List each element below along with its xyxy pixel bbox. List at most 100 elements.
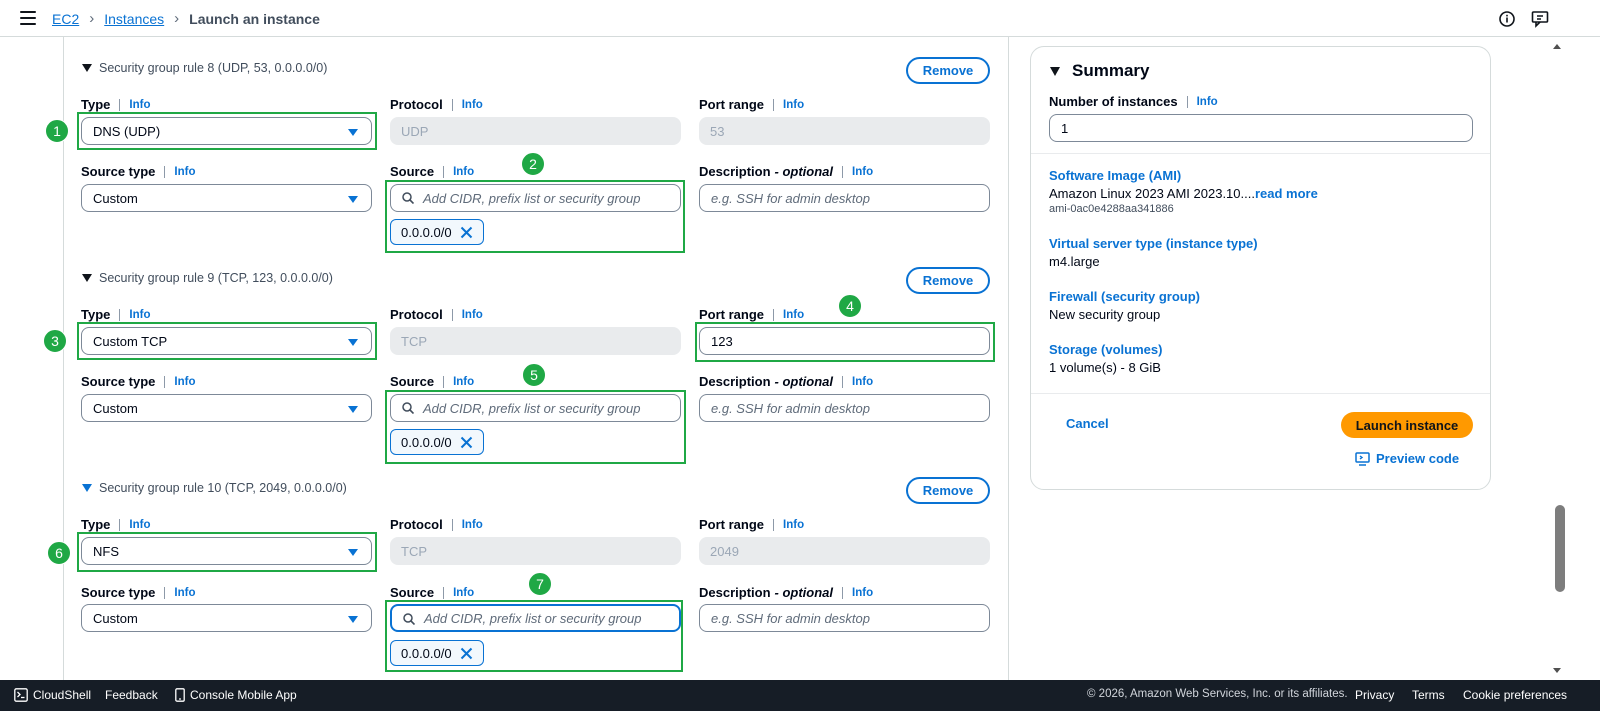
- protocol-label: Protocol Info: [390, 517, 483, 532]
- rule-8-description-input[interactable]: e.g. SSH for admin desktop: [699, 184, 990, 212]
- rule-10-protocol-field: TCP: [390, 537, 681, 565]
- info-icon[interactable]: [1498, 10, 1516, 28]
- caret-down-icon: [82, 484, 92, 492]
- caret-down-icon: [348, 406, 358, 413]
- scrollbar-thumb[interactable]: [1555, 505, 1565, 592]
- rule-9-description-input[interactable]: e.g. SSH for admin desktop: [699, 394, 990, 422]
- terminal-icon: [14, 688, 28, 702]
- info-link[interactable]: Info: [852, 376, 873, 388]
- breadcrumb-current: Launch an instance: [189, 10, 320, 27]
- cloudshell-button[interactable]: CloudShell: [14, 688, 91, 702]
- caret-down-icon: [348, 616, 358, 623]
- select-value: Custom: [93, 190, 138, 206]
- rule-10-remove-button[interactable]: Remove: [906, 477, 990, 504]
- info-link[interactable]: Info: [129, 99, 150, 111]
- ami-value: Amazon Linux 2023 AMI 2023.10....read mo…: [1049, 186, 1318, 201]
- info-link[interactable]: Info: [462, 519, 483, 531]
- instance-type-link[interactable]: Virtual server type (instance type): [1049, 236, 1258, 251]
- rule-8-header[interactable]: Security group rule 8 (UDP, 53, 0.0.0.0/…: [82, 61, 327, 75]
- mobile-app-icon: [175, 688, 185, 702]
- preview-code-button[interactable]: Preview code: [1355, 451, 1459, 466]
- caret-down-icon: [82, 274, 92, 282]
- rule-10-header[interactable]: Security group rule 10 (TCP, 2049, 0.0.0…: [82, 481, 347, 495]
- split-divider[interactable]: [1008, 37, 1009, 695]
- info-link[interactable]: Info: [1197, 96, 1218, 108]
- feedback-icon[interactable]: [1531, 10, 1549, 28]
- description-label: Description - optional Info: [699, 374, 874, 389]
- description-label: Description - optional Info: [699, 585, 874, 600]
- info-link[interactable]: Info: [129, 309, 150, 321]
- breadcrumb-instances[interactable]: Instances: [104, 11, 164, 27]
- rule-9-remove-button[interactable]: Remove: [906, 267, 990, 294]
- info-link[interactable]: Info: [129, 519, 150, 531]
- source-type-label: Source type Info: [81, 164, 196, 179]
- info-link[interactable]: Info: [783, 99, 804, 111]
- scroll-up-arrow-icon[interactable]: [1553, 44, 1561, 49]
- annotation-box-5: [385, 390, 686, 464]
- breadcrumb-ec2[interactable]: EC2: [52, 11, 79, 27]
- annotation-badge-2: 2: [521, 152, 545, 176]
- footer: CloudShell Feedback Console Mobile App ©…: [0, 680, 1600, 711]
- ami-link[interactable]: Software Image (AMI): [1049, 168, 1181, 183]
- port-range-label: Port range Info: [699, 97, 805, 112]
- rule-10-source-type-select[interactable]: Custom: [81, 604, 372, 632]
- menu-icon[interactable]: [20, 11, 36, 25]
- info-link[interactable]: Info: [453, 166, 474, 178]
- info-link[interactable]: Info: [462, 99, 483, 111]
- cancel-button[interactable]: Cancel: [1066, 416, 1109, 431]
- annotation-badge-3: 3: [43, 329, 67, 353]
- firewall-link[interactable]: Firewall (security group): [1049, 289, 1200, 304]
- info-link[interactable]: Info: [783, 309, 804, 321]
- storage-value: 1 volume(s) - 8 GiB: [1049, 360, 1161, 375]
- info-link[interactable]: Info: [462, 309, 483, 321]
- annotation-box-3: [77, 322, 377, 360]
- launch-instance-button[interactable]: Launch instance: [1341, 412, 1473, 438]
- summary-divider: [1031, 393, 1490, 394]
- rule-9-source-type-select[interactable]: Custom: [81, 394, 372, 422]
- source-type-label: Source type Info: [81, 374, 196, 389]
- scroll-down-arrow-icon[interactable]: [1553, 668, 1561, 673]
- summary-header[interactable]: Summary: [1050, 61, 1149, 81]
- annotation-badge-1: 1: [45, 119, 69, 143]
- protocol-label: Protocol Info: [390, 97, 483, 112]
- rule-9-protocol-field: TCP: [390, 327, 681, 355]
- caret-down-icon: [1050, 66, 1060, 76]
- info-link[interactable]: Info: [852, 166, 873, 178]
- cookie-preferences-link[interactable]: Cookie preferences: [1463, 688, 1567, 702]
- rule-9-header[interactable]: Security group rule 9 (TCP, 123, 0.0.0.0…: [82, 271, 333, 285]
- info-link[interactable]: Info: [174, 587, 195, 599]
- terms-link[interactable]: Terms: [1412, 688, 1445, 702]
- feedback-link[interactable]: Feedback: [105, 688, 158, 702]
- storage-link[interactable]: Storage (volumes): [1049, 342, 1162, 357]
- info-link[interactable]: Info: [453, 376, 474, 388]
- info-link[interactable]: Info: [174, 166, 195, 178]
- rule-8-source-type-select[interactable]: Custom: [81, 184, 372, 212]
- info-link[interactable]: Info: [852, 587, 873, 599]
- rule-8-remove-button[interactable]: Remove: [906, 57, 990, 84]
- type-label: Type Info: [81, 97, 151, 112]
- select-value: Custom: [93, 400, 138, 416]
- info-link[interactable]: Info: [783, 519, 804, 531]
- annotation-box-6: [77, 532, 377, 572]
- top-navigation: EC2 › Instances › Launch an instance: [0, 0, 1600, 37]
- privacy-link[interactable]: Privacy: [1355, 688, 1394, 702]
- summary-title: Summary: [1072, 61, 1150, 80]
- instance-type-value: m4.large: [1049, 254, 1100, 269]
- breadcrumb: EC2 › Instances › Launch an instance: [52, 10, 320, 27]
- port-range-label: Port range Info: [699, 517, 805, 532]
- read-more-link[interactable]: read more: [1255, 186, 1318, 201]
- annotation-badge-4: 4: [838, 294, 862, 318]
- annotation-box-7: [385, 600, 683, 672]
- info-link[interactable]: Info: [174, 376, 195, 388]
- source-label: Source Info: [390, 164, 475, 179]
- rule-10-title: Security group rule 10 (TCP, 2049, 0.0.0…: [99, 481, 347, 495]
- info-link[interactable]: Info: [453, 587, 474, 599]
- number-of-instances-input[interactable]: 1: [1049, 114, 1473, 142]
- source-label: Source Info: [390, 374, 475, 389]
- console-mobile-app-link[interactable]: Console Mobile App: [175, 688, 297, 702]
- rule-8-port-range-field: 53: [699, 117, 990, 145]
- chevron-right-icon: ›: [89, 10, 95, 27]
- description-label: Description - optional Info: [699, 164, 874, 179]
- chevron-right-icon: ›: [174, 10, 180, 27]
- rule-10-description-input[interactable]: e.g. SSH for admin desktop: [699, 604, 990, 632]
